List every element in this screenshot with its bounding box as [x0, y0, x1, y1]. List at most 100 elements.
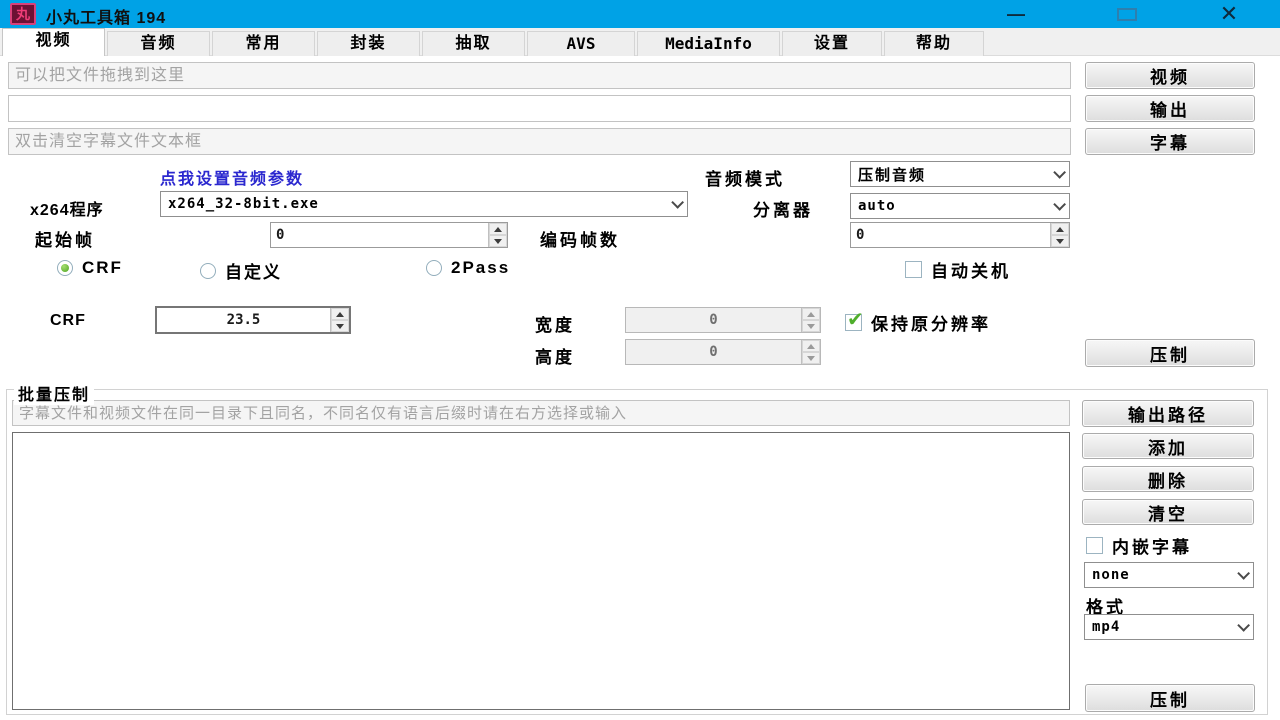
- encode-frames-input[interactable]: [851, 223, 1050, 247]
- radio-icon: [57, 260, 73, 276]
- tab-common[interactable]: 常用: [212, 31, 315, 56]
- tab-mediainfo[interactable]: MediaInfo: [637, 31, 780, 56]
- radio-crf[interactable]: CRF: [57, 258, 123, 278]
- spinner-up-icon: [807, 312, 815, 317]
- format-value: mp4: [1092, 619, 1120, 635]
- embed-subtitle-label: 内嵌字幕: [1112, 533, 1192, 558]
- app-icon: 丸: [10, 3, 36, 25]
- x264-program-label: x264程序: [30, 196, 104, 220]
- browse-video-button[interactable]: 视频: [1085, 62, 1255, 89]
- add-button[interactable]: 添加: [1082, 433, 1254, 459]
- batch-subtitle-note-input[interactable]: [12, 400, 1070, 426]
- format-select[interactable]: mp4: [1084, 614, 1254, 640]
- video-file-input[interactable]: [8, 62, 1071, 89]
- window-title: 小丸工具箱 194: [46, 4, 166, 28]
- width-label: 宽度: [535, 311, 575, 336]
- height-spinner: [625, 339, 821, 365]
- minimize-icon: —: [1007, 4, 1025, 25]
- subtitle-track-select[interactable]: none: [1084, 562, 1254, 588]
- delete-button[interactable]: 删除: [1082, 466, 1254, 492]
- tab-video[interactable]: 视频: [2, 28, 105, 56]
- maximize-button[interactable]: [1106, 0, 1148, 28]
- encode-frames-label: 编码帧数: [540, 226, 620, 251]
- spinner-down-icon: [494, 239, 502, 244]
- chevron-down-icon: [1237, 567, 1250, 580]
- output-path-button[interactable]: 输出路径: [1082, 400, 1254, 427]
- checkbox-checked-icon: ✔: [845, 314, 862, 331]
- spinner-down-icon: [807, 356, 815, 361]
- spinner-up-icon: [336, 312, 344, 317]
- title-bar: 丸 小丸工具箱 194 — ✕: [0, 0, 1280, 28]
- keep-resolution-checkbox[interactable]: ✔ 保持原分辨率: [845, 310, 991, 335]
- spinner-down-button: [802, 352, 820, 364]
- tab-help[interactable]: 帮助: [884, 31, 984, 56]
- crf-label: CRF: [50, 312, 86, 330]
- browse-output-button[interactable]: 输出: [1085, 95, 1255, 122]
- auto-shutdown-checkbox[interactable]: 自动关机: [905, 257, 1011, 282]
- radio-custom[interactable]: 自定义: [200, 258, 282, 283]
- spinner-down-button[interactable]: [331, 320, 349, 332]
- close-button[interactable]: ✕: [1205, 0, 1253, 28]
- spinner-up-icon: [1056, 227, 1064, 232]
- crf-input[interactable]: [157, 308, 330, 332]
- tab-extract[interactable]: 抽取: [422, 31, 525, 56]
- spinner-up-icon: [494, 227, 502, 232]
- height-input: [626, 340, 801, 364]
- spinner-up-button[interactable]: [1051, 223, 1069, 235]
- spinner-down-icon: [336, 324, 344, 329]
- start-frame-label: 起始帧: [35, 226, 95, 251]
- tab-mux[interactable]: 封装: [317, 31, 420, 56]
- subtitle-file-input[interactable]: [8, 128, 1071, 155]
- audio-mode-select[interactable]: 压制音频: [850, 161, 1070, 187]
- encode-frames-spinner[interactable]: [850, 222, 1070, 248]
- radio-crf-label: CRF: [82, 258, 123, 278]
- chevron-down-icon: [1053, 166, 1066, 179]
- checkbox-icon: [1086, 537, 1103, 554]
- start-frame-spinner[interactable]: [270, 222, 508, 248]
- radio-2pass[interactable]: 2Pass: [426, 258, 510, 278]
- splitter-value: auto: [858, 198, 896, 214]
- spinner-up-icon: [807, 344, 815, 349]
- chevron-down-icon: [1053, 198, 1066, 211]
- check-icon: ✔: [847, 307, 864, 332]
- spinner-down-button[interactable]: [1051, 235, 1069, 247]
- chevron-down-icon: [671, 196, 684, 209]
- maximize-icon: [1117, 8, 1137, 21]
- embed-subtitle-checkbox[interactable]: 内嵌字幕: [1086, 533, 1192, 558]
- checkbox-icon: [905, 261, 922, 278]
- height-label: 高度: [535, 343, 575, 368]
- tab-settings[interactable]: 设置: [782, 31, 882, 56]
- clear-button[interactable]: 清空: [1082, 499, 1254, 525]
- start-frame-input[interactable]: [271, 223, 488, 247]
- close-icon: ✕: [1220, 1, 1238, 27]
- batch-file-list[interactable]: [12, 432, 1070, 710]
- spinner-up-button: [802, 308, 820, 320]
- width-spinner: [625, 307, 821, 333]
- radio-icon: [200, 263, 216, 279]
- audio-settings-link[interactable]: 点我设置音频参数: [160, 165, 304, 189]
- audio-mode-label: 音频模式: [705, 165, 785, 190]
- crf-spinner[interactable]: [155, 306, 351, 334]
- splitter-select[interactable]: auto: [850, 193, 1070, 219]
- browse-subtitle-button[interactable]: 字幕: [1085, 128, 1255, 155]
- keep-resolution-label: 保持原分辨率: [871, 310, 991, 335]
- spinner-down-button: [802, 320, 820, 332]
- output-file-input[interactable]: [8, 95, 1071, 122]
- spinner-up-button[interactable]: [331, 308, 349, 320]
- tab-avs[interactable]: AVS: [527, 31, 635, 56]
- audio-mode-value: 压制音频: [858, 164, 926, 185]
- x264-program-select[interactable]: x264_32-8bit.exe: [160, 191, 688, 217]
- radio-2pass-label: 2Pass: [451, 258, 510, 278]
- compress-button[interactable]: 压制: [1085, 339, 1255, 367]
- batch-group-title: 批量压制: [14, 381, 94, 405]
- minimize-button[interactable]: —: [995, 0, 1037, 28]
- batch-compress-button[interactable]: 压制: [1085, 684, 1255, 712]
- chevron-down-icon: [1237, 619, 1250, 632]
- spinner-up-button[interactable]: [489, 223, 507, 235]
- spinner-down-icon: [807, 324, 815, 329]
- app-window: 丸 小丸工具箱 194 — ✕ 视频 音频 常用 封装 抽取 AVS Media…: [0, 0, 1280, 720]
- spinner-down-button[interactable]: [489, 235, 507, 247]
- tab-audio[interactable]: 音频: [107, 31, 210, 56]
- spinner-down-icon: [1056, 239, 1064, 244]
- auto-shutdown-label: 自动关机: [931, 257, 1011, 282]
